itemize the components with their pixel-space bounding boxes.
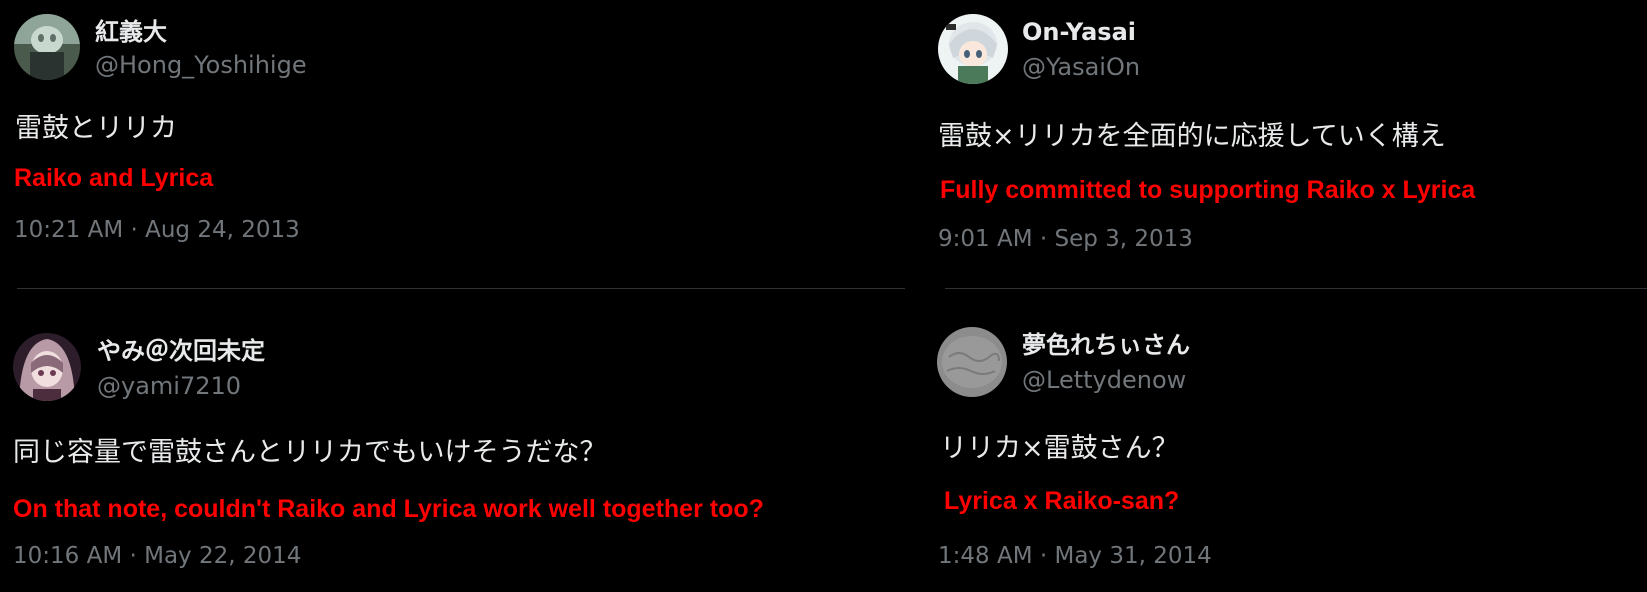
- avatar[interactable]: [937, 327, 1007, 397]
- avatar[interactable]: [14, 14, 80, 80]
- tweet-text: 同じ容量で雷鼓さんとリリカでもいけそうだな？: [13, 437, 607, 468]
- avatar[interactable]: [13, 333, 81, 401]
- avatar-image-icon: [937, 327, 1007, 397]
- display-name[interactable]: やみ＠次回未定: [97, 339, 265, 363]
- avatar-image-icon: [938, 14, 1008, 84]
- avatar-image-icon: [14, 14, 80, 80]
- tweet-text: リリカ×雷鼓さん？: [940, 433, 1179, 464]
- display-name[interactable]: 紅義大: [95, 20, 167, 44]
- display-name[interactable]: On-Yasai: [1022, 20, 1136, 44]
- user-handle[interactable]: @Lettydenow: [1022, 368, 1186, 392]
- tweet-divider: [17, 288, 905, 289]
- tweet-timestamp[interactable]: 1:48 AM · May 31, 2014: [938, 545, 1212, 568]
- tweet-timestamp[interactable]: 10:16 AM · May 22, 2014: [13, 545, 301, 568]
- user-handle[interactable]: @YasaiOn: [1022, 55, 1140, 79]
- tweet-timestamp[interactable]: 9:01 AM · Sep 3, 2013: [938, 228, 1193, 251]
- display-name[interactable]: 夢色れちぃさん: [1022, 333, 1190, 357]
- translation-text: Raiko and Lyrica: [14, 164, 214, 192]
- tweet-text: 雷鼓×リリカを全面的に応援していく構え: [938, 121, 1446, 152]
- translation-text: Lyrica x Raiko-san?: [944, 487, 1180, 515]
- translation-text: On that note, couldn't Raiko and Lyrica …: [13, 495, 764, 523]
- tweet-timestamp[interactable]: 10:21 AM · Aug 24, 2013: [14, 219, 300, 242]
- tweet-divider: [945, 288, 1647, 289]
- avatar-image-icon: [13, 333, 81, 401]
- tweet-text: 雷鼓とリリカ: [15, 113, 177, 144]
- user-handle[interactable]: @yami7210: [97, 374, 241, 398]
- translation-text: Fully committed to supporting Raiko x Ly…: [940, 176, 1476, 204]
- user-handle[interactable]: @Hong_Yoshihige: [95, 53, 307, 77]
- avatar[interactable]: [938, 14, 1008, 84]
